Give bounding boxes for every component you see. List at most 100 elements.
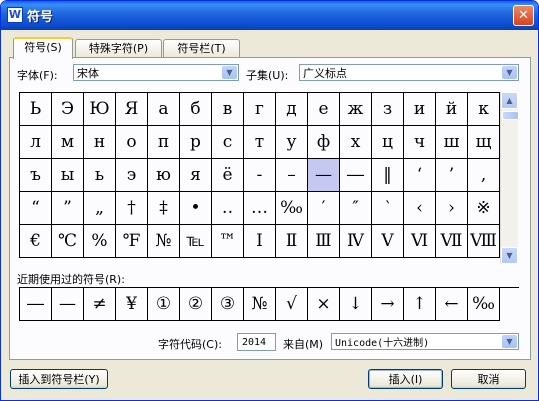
symbol-cell[interactable]: Ⅰ <box>244 225 276 258</box>
symbol-cell[interactable]: я <box>180 159 212 192</box>
insert-to-symbol-bar-button[interactable]: 插入到符号栏(Y) <box>10 369 108 389</box>
symbol-cell[interactable]: ж <box>340 93 372 126</box>
symbol-cell[interactable]: ’ <box>436 159 468 192</box>
recent-symbol-cell[interactable]: ¥ <box>116 288 148 321</box>
symbol-cell[interactable]: и <box>404 93 436 126</box>
recent-symbol-cell[interactable]: √ <box>276 288 308 321</box>
symbol-cell[interactable]: ц <box>372 126 404 159</box>
recent-symbol-cell[interactable]: ↑ <box>404 288 436 321</box>
symbol-cell[interactable]: к <box>468 93 500 126</box>
symbol-cell[interactable]: › <box>436 192 468 225</box>
symbol-cell[interactable]: ′ <box>308 192 340 225</box>
scrollbar-thumb[interactable] <box>502 111 519 120</box>
symbol-cell[interactable]: т <box>244 126 276 159</box>
symbol-cell[interactable]: ‥ <box>212 192 244 225</box>
symbol-cell[interactable]: Ⅷ <box>468 225 500 258</box>
symbol-cell[interactable]: а <box>148 93 180 126</box>
char-code-input[interactable]: 2014 <box>237 333 276 351</box>
symbol-cell[interactable]: н <box>84 126 116 159</box>
recent-symbol-cell[interactable]: × <box>308 288 340 321</box>
symbol-cell[interactable]: ℡ <box>180 225 212 258</box>
symbol-cell[interactable]: ‰ <box>276 192 308 225</box>
symbol-cell[interactable]: • <box>180 192 212 225</box>
arrow-down-icon[interactable]: ▼ <box>501 247 518 264</box>
symbol-cell[interactable]: ‵ <box>372 192 404 225</box>
symbol-cell[interactable]: в <box>212 93 244 126</box>
symbol-cell[interactable]: д <box>276 93 308 126</box>
symbol-cell[interactable]: э <box>116 159 148 192</box>
symbol-cell[interactable]: ю <box>148 159 180 192</box>
recent-symbol-cell[interactable]: ← <box>436 288 468 321</box>
recent-symbol-cell[interactable]: ‰ <box>468 288 500 321</box>
symbol-cell[interactable]: „ <box>84 192 116 225</box>
tab-symbol-bar[interactable]: 符号栏(T) <box>163 39 240 57</box>
recent-symbol-cell[interactable]: ↓ <box>340 288 372 321</box>
recent-symbol-cell[interactable]: ③ <box>212 288 244 321</box>
symbol-cell[interactable]: ф <box>308 126 340 159</box>
subset-select[interactable]: 广义标点 ▼ <box>299 64 519 81</box>
insert-button[interactable]: 插入(I) <box>368 369 443 389</box>
symbol-cell[interactable]: Я <box>116 93 148 126</box>
symbol-cell[interactable]: ℃ <box>52 225 84 258</box>
source-select[interactable]: Unicode(十六进制) ▼ <box>331 333 519 350</box>
symbol-cell[interactable]: у <box>276 126 308 159</box>
chevron-down-icon[interactable]: ▼ <box>222 66 237 79</box>
symbol-cell[interactable]: № <box>148 225 180 258</box>
tab-special-characters[interactable]: 特殊字符(P) <box>75 39 162 57</box>
symbol-cell[interactable]: г <box>244 93 276 126</box>
symbol-cell[interactable]: Ⅱ <box>276 225 308 258</box>
symbol-cell[interactable]: м <box>52 126 84 159</box>
symbol-cell[interactable]: п <box>148 126 180 159</box>
symbol-cell[interactable]: “ <box>20 192 52 225</box>
symbol-cell[interactable]: — <box>308 159 340 192</box>
chevron-down-icon[interactable]: ▼ <box>502 66 517 79</box>
symbol-cell[interactable]: ‹ <box>404 192 436 225</box>
symbol-cell[interactable]: Ю <box>84 93 116 126</box>
recent-symbol-cell[interactable]: ② <box>180 288 212 321</box>
symbol-cell[interactable]: л <box>20 126 52 159</box>
recent-symbol-cell[interactable]: ≠ <box>84 288 116 321</box>
symbol-cell[interactable]: й <box>436 93 468 126</box>
symbol-cell[interactable]: ※ <box>468 192 500 225</box>
arrow-up-icon[interactable]: ▲ <box>501 92 518 109</box>
symbol-cell[interactable]: Э <box>52 93 84 126</box>
symbol-cell[interactable]: с <box>212 126 244 159</box>
close-button[interactable]: ✕ <box>513 5 534 26</box>
symbol-cell[interactable]: ‚ <box>468 159 500 192</box>
symbol-cell[interactable]: Ь <box>20 93 52 126</box>
symbol-cell[interactable]: ч <box>404 126 436 159</box>
symbol-scrollbar[interactable]: ▲ ▼ <box>500 92 519 264</box>
symbol-cell[interactable]: ш <box>436 126 468 159</box>
symbol-cell[interactable]: р <box>180 126 212 159</box>
symbol-cell[interactable]: ― <box>340 159 372 192</box>
symbol-cell[interactable]: щ <box>468 126 500 159</box>
symbol-cell[interactable]: б <box>180 93 212 126</box>
symbol-cell[interactable]: ь <box>84 159 116 192</box>
font-select[interactable]: 宋体 ▼ <box>73 64 239 81</box>
symbol-cell[interactable]: ‘ <box>404 159 436 192</box>
symbol-cell[interactable]: х <box>340 126 372 159</box>
recent-symbol-cell[interactable]: — <box>52 288 84 321</box>
symbol-cell[interactable]: ы <box>52 159 84 192</box>
symbol-cell[interactable]: ‖ <box>372 159 404 192</box>
recent-symbol-cell[interactable]: № <box>244 288 276 321</box>
symbol-cell[interactable]: ‐ <box>244 159 276 192</box>
symbol-cell[interactable]: – <box>276 159 308 192</box>
symbol-cell[interactable]: ″ <box>340 192 372 225</box>
symbol-cell[interactable]: о <box>116 126 148 159</box>
symbol-cell[interactable]: ‡ <box>148 192 180 225</box>
symbol-cell[interactable]: ё <box>212 159 244 192</box>
symbol-cell[interactable]: Ⅶ <box>436 225 468 258</box>
symbol-cell[interactable]: Ⅲ <box>308 225 340 258</box>
recent-symbol-cell[interactable]: ① <box>148 288 180 321</box>
symbol-cell[interactable]: ™ <box>212 225 244 258</box>
recent-symbol-cell[interactable]: ― <box>20 288 52 321</box>
symbol-cell[interactable]: ъ <box>20 159 52 192</box>
symbol-cell[interactable]: € <box>20 225 52 258</box>
cancel-button[interactable]: 取消 <box>451 369 526 389</box>
symbol-cell[interactable]: ” <box>52 192 84 225</box>
symbol-cell[interactable]: Ⅴ <box>372 225 404 258</box>
symbol-cell[interactable]: % <box>84 225 116 258</box>
tab-symbols[interactable]: 符号(S) <box>13 37 73 59</box>
symbol-cell[interactable]: … <box>244 192 276 225</box>
